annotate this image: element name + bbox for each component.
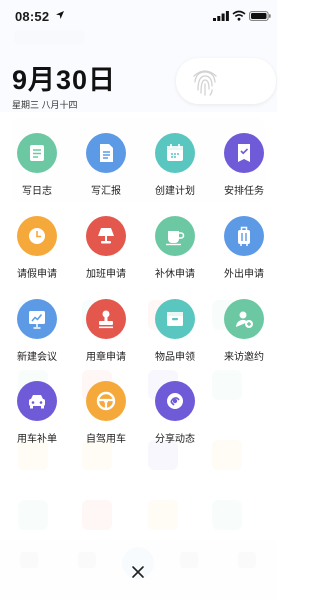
action-icon-circle[interactable]: [17, 381, 57, 421]
action-report[interactable]: 写汇报: [72, 133, 140, 203]
action-visitor[interactable]: 来访邀约: [210, 299, 278, 369]
action-icon-circle[interactable]: [86, 299, 126, 339]
action-cup[interactable]: 补休申请: [141, 216, 209, 286]
action-lamp[interactable]: 加班申请: [72, 216, 140, 286]
stamp-icon: [99, 310, 113, 329]
date-heading: 9月30日: [12, 65, 117, 95]
luggage-icon: [238, 226, 250, 246]
action-calendar[interactable]: 创建计划: [141, 133, 209, 203]
action-label: 安排任务: [224, 186, 264, 197]
action-icon-circle[interactable]: [155, 299, 195, 339]
action-icon-circle[interactable]: [17, 299, 57, 339]
action-box[interactable]: 物品申领: [141, 299, 209, 369]
clock-icon: [29, 228, 45, 244]
action-label: 物品申领: [155, 352, 195, 363]
action-icon-circle[interactable]: [17, 216, 57, 256]
report-icon: [100, 144, 113, 162]
action-icon-circle[interactable]: [224, 299, 264, 339]
visitor-icon: [235, 311, 253, 328]
action-chart-board[interactable]: 新建会议: [3, 299, 71, 369]
car-icon: [29, 395, 45, 409]
status-bar: 08:52: [0, 0, 277, 30]
share-icon: [167, 393, 183, 409]
action-label: 加班申请: [86, 269, 126, 280]
chart-board-icon: [29, 311, 45, 329]
action-icon-circle[interactable]: [86, 216, 126, 256]
action-steering-wheel[interactable]: 自驾用车: [72, 381, 140, 451]
action-clock[interactable]: 请假申请: [3, 216, 71, 286]
action-label: 用章申请: [86, 352, 126, 363]
task-icon: [238, 144, 250, 162]
action-label: 分享动态: [155, 434, 195, 445]
location-arrow-icon: [56, 11, 64, 19]
action-label: 写汇报: [91, 186, 121, 197]
action-task[interactable]: 安排任务: [210, 133, 278, 203]
action-label: 外出申请: [224, 269, 264, 280]
action-icon-circle[interactable]: [86, 381, 126, 421]
wifi-icon: [232, 10, 246, 21]
weekday-lunar-date: 星期三 八月十四: [12, 100, 78, 110]
action-icon-circle[interactable]: [224, 133, 264, 173]
status-time: 08:52: [15, 9, 50, 24]
cellular-signal-icon: [213, 11, 229, 21]
action-label: 用车补单: [17, 434, 57, 445]
cup-icon: [166, 231, 185, 246]
action-label: 创建计划: [155, 186, 195, 197]
action-icon-circle[interactable]: [224, 216, 264, 256]
battery-icon: [249, 11, 271, 21]
action-label: 新建会议: [17, 352, 57, 363]
action-icon-circle[interactable]: [17, 133, 57, 173]
action-label: 写日志: [22, 186, 52, 197]
action-stamp[interactable]: 用章申请: [72, 299, 140, 369]
action-car[interactable]: 用车补单: [3, 381, 71, 451]
box-icon: [167, 312, 183, 326]
steering-wheel-icon: [96, 391, 116, 411]
action-icon-circle[interactable]: [86, 133, 126, 173]
action-icon-circle[interactable]: [155, 133, 195, 173]
lamp-icon: [98, 228, 114, 244]
log-icon: [30, 145, 44, 161]
action-label: 补休申请: [155, 269, 195, 280]
action-icon-circle[interactable]: [155, 216, 195, 256]
action-icon-circle[interactable]: [155, 381, 195, 421]
fingerprint-icon[interactable]: [188, 64, 222, 98]
action-label: 自驾用车: [86, 434, 126, 445]
action-label: 来访邀约: [224, 352, 264, 363]
calendar-icon: [167, 144, 183, 161]
action-log[interactable]: 写日志: [3, 133, 71, 203]
action-luggage[interactable]: 外出申请: [210, 216, 278, 286]
action-label: 请假申请: [17, 269, 57, 280]
close-icon[interactable]: [127, 561, 149, 583]
action-share[interactable]: 分享动态: [141, 381, 209, 451]
